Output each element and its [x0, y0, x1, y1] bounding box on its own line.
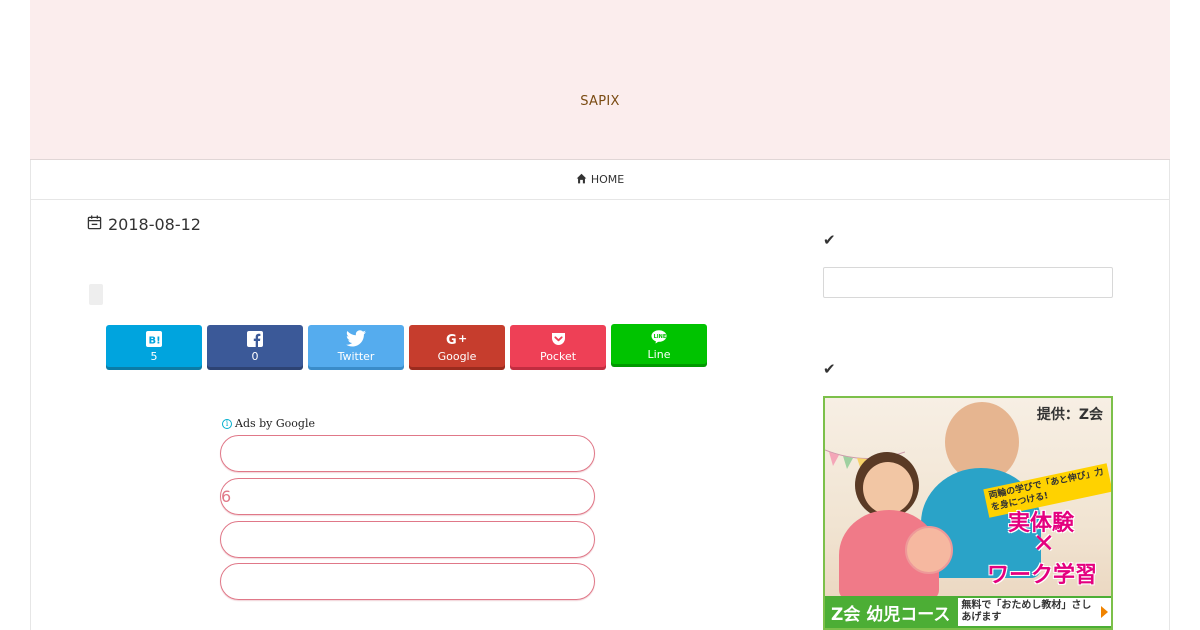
google-label: Google [437, 349, 477, 363]
banner-headline: ワーク学習 [987, 563, 1098, 588]
z-kai-ad-banner[interactable]: 提供：Z会 両輪の学びで「あと伸び」力を身につける! 実体験 ✕ ワーク学習 Z… [823, 396, 1113, 630]
svg-text:B!: B! [149, 335, 161, 346]
pocket-icon [551, 330, 566, 348]
banner-provider: 提供：Z会 [1036, 407, 1103, 423]
child-figure [863, 462, 913, 514]
twitter-icon [346, 330, 366, 348]
svg-text:+: + [458, 332, 467, 345]
banner-course: Z会 幼児コース [831, 604, 951, 625]
share-buttons: B! 5 0 Twitter G + Google Pocket LINE Lin… [106, 324, 707, 367]
ads-label-text: Ads by Google [235, 417, 315, 430]
craft-wheel [905, 526, 953, 574]
site-title[interactable]: SAPIX [30, 94, 1170, 109]
checkmark-icon: ✔ [823, 360, 836, 378]
hatena-bookmark-icon: B! [146, 330, 162, 348]
line-icon: LINE [651, 328, 667, 346]
svg-text:G: G [446, 333, 457, 346]
banner-cta[interactable]: 無料で「おためし教材」さしあげます [958, 598, 1111, 626]
facebook-icon [247, 330, 263, 348]
banner-cross: ✕ [1033, 529, 1055, 559]
global-nav: HOME [30, 160, 1170, 200]
line-label: Line [647, 347, 671, 361]
post-date: 2018-08-12 [87, 215, 201, 234]
twitter-share-button[interactable]: Twitter [308, 325, 404, 367]
site-header: SAPIX [30, 0, 1170, 160]
hatena-share-button[interactable]: B! 5 [106, 325, 202, 367]
google-plus-icon: G + [446, 330, 468, 348]
line-share-button[interactable]: LINE Line [611, 324, 707, 364]
svg-text:LINE: LINE [654, 334, 667, 340]
twitter-label: Twitter [337, 349, 375, 363]
ad-link[interactable]: 6 [220, 478, 595, 515]
home-icon [576, 173, 587, 187]
facebook-share-button[interactable]: 0 [207, 325, 303, 367]
hatena-count: 5 [150, 349, 158, 363]
category-tag[interactable] [89, 284, 103, 305]
pocket-label: Pocket [539, 349, 577, 363]
ad-link[interactable] [220, 435, 595, 472]
ad-link[interactable] [220, 563, 595, 600]
facebook-count: 0 [251, 349, 259, 363]
calendar-icon [87, 215, 102, 234]
info-icon[interactable]: i [222, 418, 232, 429]
banner-footer: Z会 幼児コース 無料で「おためし教材」さしあげます [825, 596, 1111, 628]
post-date-text: 2018-08-12 [108, 215, 201, 234]
google-share-button[interactable]: G + Google [409, 325, 505, 367]
ads-by-google[interactable]: i Ads by Google [222, 417, 315, 430]
ad-link[interactable] [220, 521, 595, 558]
sidebar-search-input[interactable] [823, 267, 1113, 298]
checkmark-icon: ✔ [823, 231, 836, 249]
pocket-share-button[interactable]: Pocket [510, 325, 606, 367]
nav-home-link[interactable]: HOME [591, 173, 624, 186]
